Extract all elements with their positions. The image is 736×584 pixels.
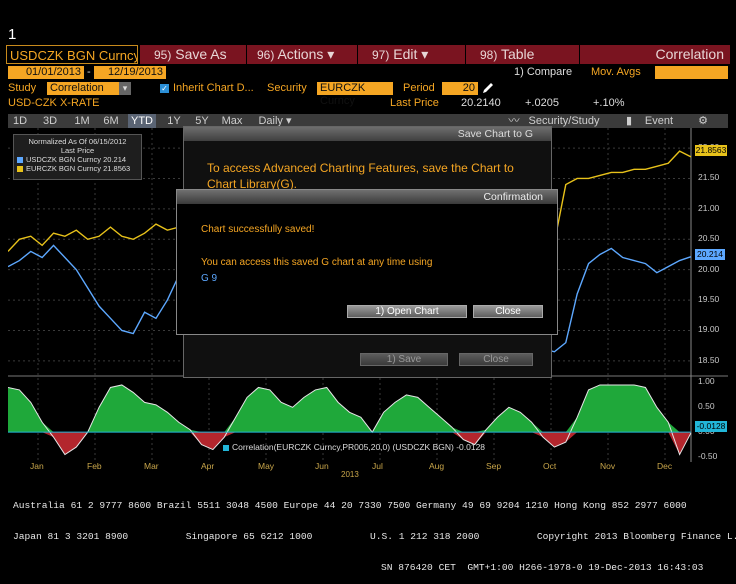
- range-6m[interactable]: 6M: [100, 114, 122, 128]
- last-price-label: Last Price: [390, 97, 439, 109]
- x-tick-label: Jul: [372, 461, 383, 471]
- save-button[interactable]: 1) Save: [360, 353, 448, 366]
- open-chart-button[interactable]: 1) Open Chart: [347, 305, 467, 318]
- success-message: Chart successfully saved!: [201, 224, 315, 235]
- period-field[interactable]: 20: [442, 82, 478, 95]
- footer-line: Japan 81 3 3201 8900 Singapore 65 6212 1…: [13, 531, 736, 543]
- x-tick-label: Nov: [600, 461, 616, 471]
- access-message: You can access this saved G chart at any…: [201, 257, 433, 268]
- menu-num: 95): [154, 48, 172, 62]
- x-tick-label: May: [258, 461, 275, 471]
- chart-legend[interactable]: Normalized As Of 06/15/2012 Last Price U…: [13, 134, 142, 180]
- save-as-menu[interactable]: 95) Save As: [140, 45, 246, 64]
- x-tick-label: Sep: [486, 461, 502, 471]
- end-date-field[interactable]: 12/19/2013: [94, 66, 166, 79]
- menu-num: 97): [372, 48, 390, 62]
- correlation-tick-label: 0.50: [698, 401, 715, 412]
- mov-avgs-field[interactable]: [655, 66, 728, 79]
- range-1y[interactable]: 1Y: [163, 114, 185, 128]
- last-price-value: 20.2140: [461, 97, 501, 109]
- study-label: Study: [8, 82, 37, 94]
- security-label: Security: [267, 82, 307, 94]
- date-separator: -: [87, 66, 91, 78]
- menu-label: Actions ▾: [277, 46, 335, 62]
- correlation-swatch: [223, 444, 229, 451]
- change-percent: +.10%: [593, 97, 625, 109]
- window-number: 1: [8, 26, 17, 43]
- range-3d[interactable]: 3D: [40, 114, 60, 128]
- change-value: +.0205: [525, 97, 559, 109]
- g-command[interactable]: G 9: [201, 273, 217, 284]
- x-tick-label: Aug: [429, 461, 445, 471]
- y-tick-label: 19.50: [698, 294, 720, 305]
- inherit-checkbox[interactable]: ✓: [160, 84, 169, 93]
- ticker-field[interactable]: USDCZK BGN Curncy: [6, 45, 138, 64]
- menu-label: Save As: [175, 46, 227, 62]
- y-tick-label: 21.50: [698, 172, 720, 183]
- y-tick-label: 21.00: [698, 202, 720, 213]
- correlation-last-badge: -0.0128: [695, 421, 727, 432]
- correlation-title: Correlation(EURCZK Curncy,PR005,20,0) (U…: [232, 442, 486, 452]
- correlation-tick-label: -0.50: [698, 451, 718, 462]
- security-field[interactable]: EURCZK Curncy: [317, 82, 393, 107]
- y-tick-label: 20.50: [698, 233, 720, 244]
- close-button[interactable]: Close: [473, 305, 543, 318]
- flag-icon[interactable]: ▮: [624, 114, 634, 128]
- legend-entry[interactable]: USDCZK BGN Curncy 20.214: [17, 155, 138, 164]
- inherit-label: Inherit Chart D...: [173, 82, 254, 94]
- window-title: Correlation: [580, 45, 730, 64]
- range-1d[interactable]: 1D: [10, 114, 30, 128]
- y-tick-label: 20.00: [698, 263, 720, 274]
- study-select[interactable]: Correlation: [47, 82, 119, 95]
- positive-correlation-fill: [8, 384, 691, 433]
- x-tick-label: Oct: [543, 461, 557, 471]
- series-name: USD-CZK X-RATE: [8, 97, 100, 109]
- period-label: Period: [403, 82, 435, 94]
- range-1m[interactable]: 1M: [71, 114, 93, 128]
- x-tick-label: Apr: [201, 461, 215, 471]
- x-tick-label: Mar: [144, 461, 159, 471]
- correlation-tick-label: 1.00: [698, 376, 715, 387]
- event-button[interactable]: Event: [640, 114, 678, 128]
- menu-label: Table: [500, 46, 535, 62]
- x-axis-year: 2013: [341, 470, 359, 479]
- eurczk-last-badge: 21.8563: [695, 145, 727, 156]
- start-date-field[interactable]: 01/01/2013: [8, 66, 84, 79]
- legend-swatch: [17, 157, 23, 164]
- compare-button[interactable]: 1) Compare: [514, 66, 572, 79]
- menu-num: 98): [480, 48, 498, 62]
- y-tick-label: 18.50: [698, 354, 720, 365]
- legend-entry[interactable]: EURCZK BGN Curncy 21.8563: [17, 164, 138, 173]
- actions-menu[interactable]: 96) Actions ▾: [247, 45, 357, 64]
- x-tick-label: Jun: [315, 461, 329, 471]
- save-message: To access Advanced Charting Features, sa…: [207, 161, 514, 191]
- menu-num: 96): [257, 48, 275, 62]
- table-menu[interactable]: 98) Table: [466, 45, 579, 64]
- legend-label: EURCZK BGN Curncy 21.8563: [26, 164, 131, 173]
- edit-menu[interactable]: 97) Edit ▾: [358, 45, 465, 64]
- gear-icon[interactable]: ⚙: [694, 114, 712, 128]
- mov-avgs-button[interactable]: Mov. Avgs: [591, 66, 641, 79]
- footer-line: SN 876420 CET GMT+1:00 H266-1978-0 19-De…: [381, 562, 704, 574]
- y-tick-label: 19.00: [698, 324, 720, 335]
- footer-line: Australia 61 2 9777 8600 Brazil 5511 304…: [13, 499, 687, 511]
- x-tick-label: Feb: [87, 461, 102, 471]
- x-tick-label: Dec: [657, 461, 673, 471]
- dialog-title: Save Chart to G: [184, 127, 551, 141]
- usdczk-last-badge: 20.214: [695, 249, 725, 260]
- legend-label: USDCZK BGN Curncy 20.214: [26, 155, 127, 164]
- legend-swatch: [17, 166, 23, 173]
- chevron-down-icon[interactable]: ▾: [119, 82, 131, 95]
- menu-label: Edit ▾: [393, 46, 429, 62]
- range-ytd[interactable]: YTD: [128, 114, 156, 128]
- dialog-title: Confirmation: [177, 190, 557, 204]
- confirmation-dialog: Confirmation Chart successfully saved! Y…: [176, 189, 558, 335]
- legend-last-price: Last Price: [60, 146, 95, 155]
- correlation-caption: Correlation(EURCZK Curncy,PR005,20,0) (U…: [223, 442, 485, 452]
- legend-normalized: Normalized As Of 06/15/2012: [28, 137, 127, 146]
- save-close-button[interactable]: Close: [459, 353, 533, 366]
- x-tick-label: Jan: [30, 461, 44, 471]
- pencil-icon[interactable]: [481, 81, 495, 95]
- footer: Australia 61 2 9777 8600 Brazil 5511 304…: [0, 480, 736, 573]
